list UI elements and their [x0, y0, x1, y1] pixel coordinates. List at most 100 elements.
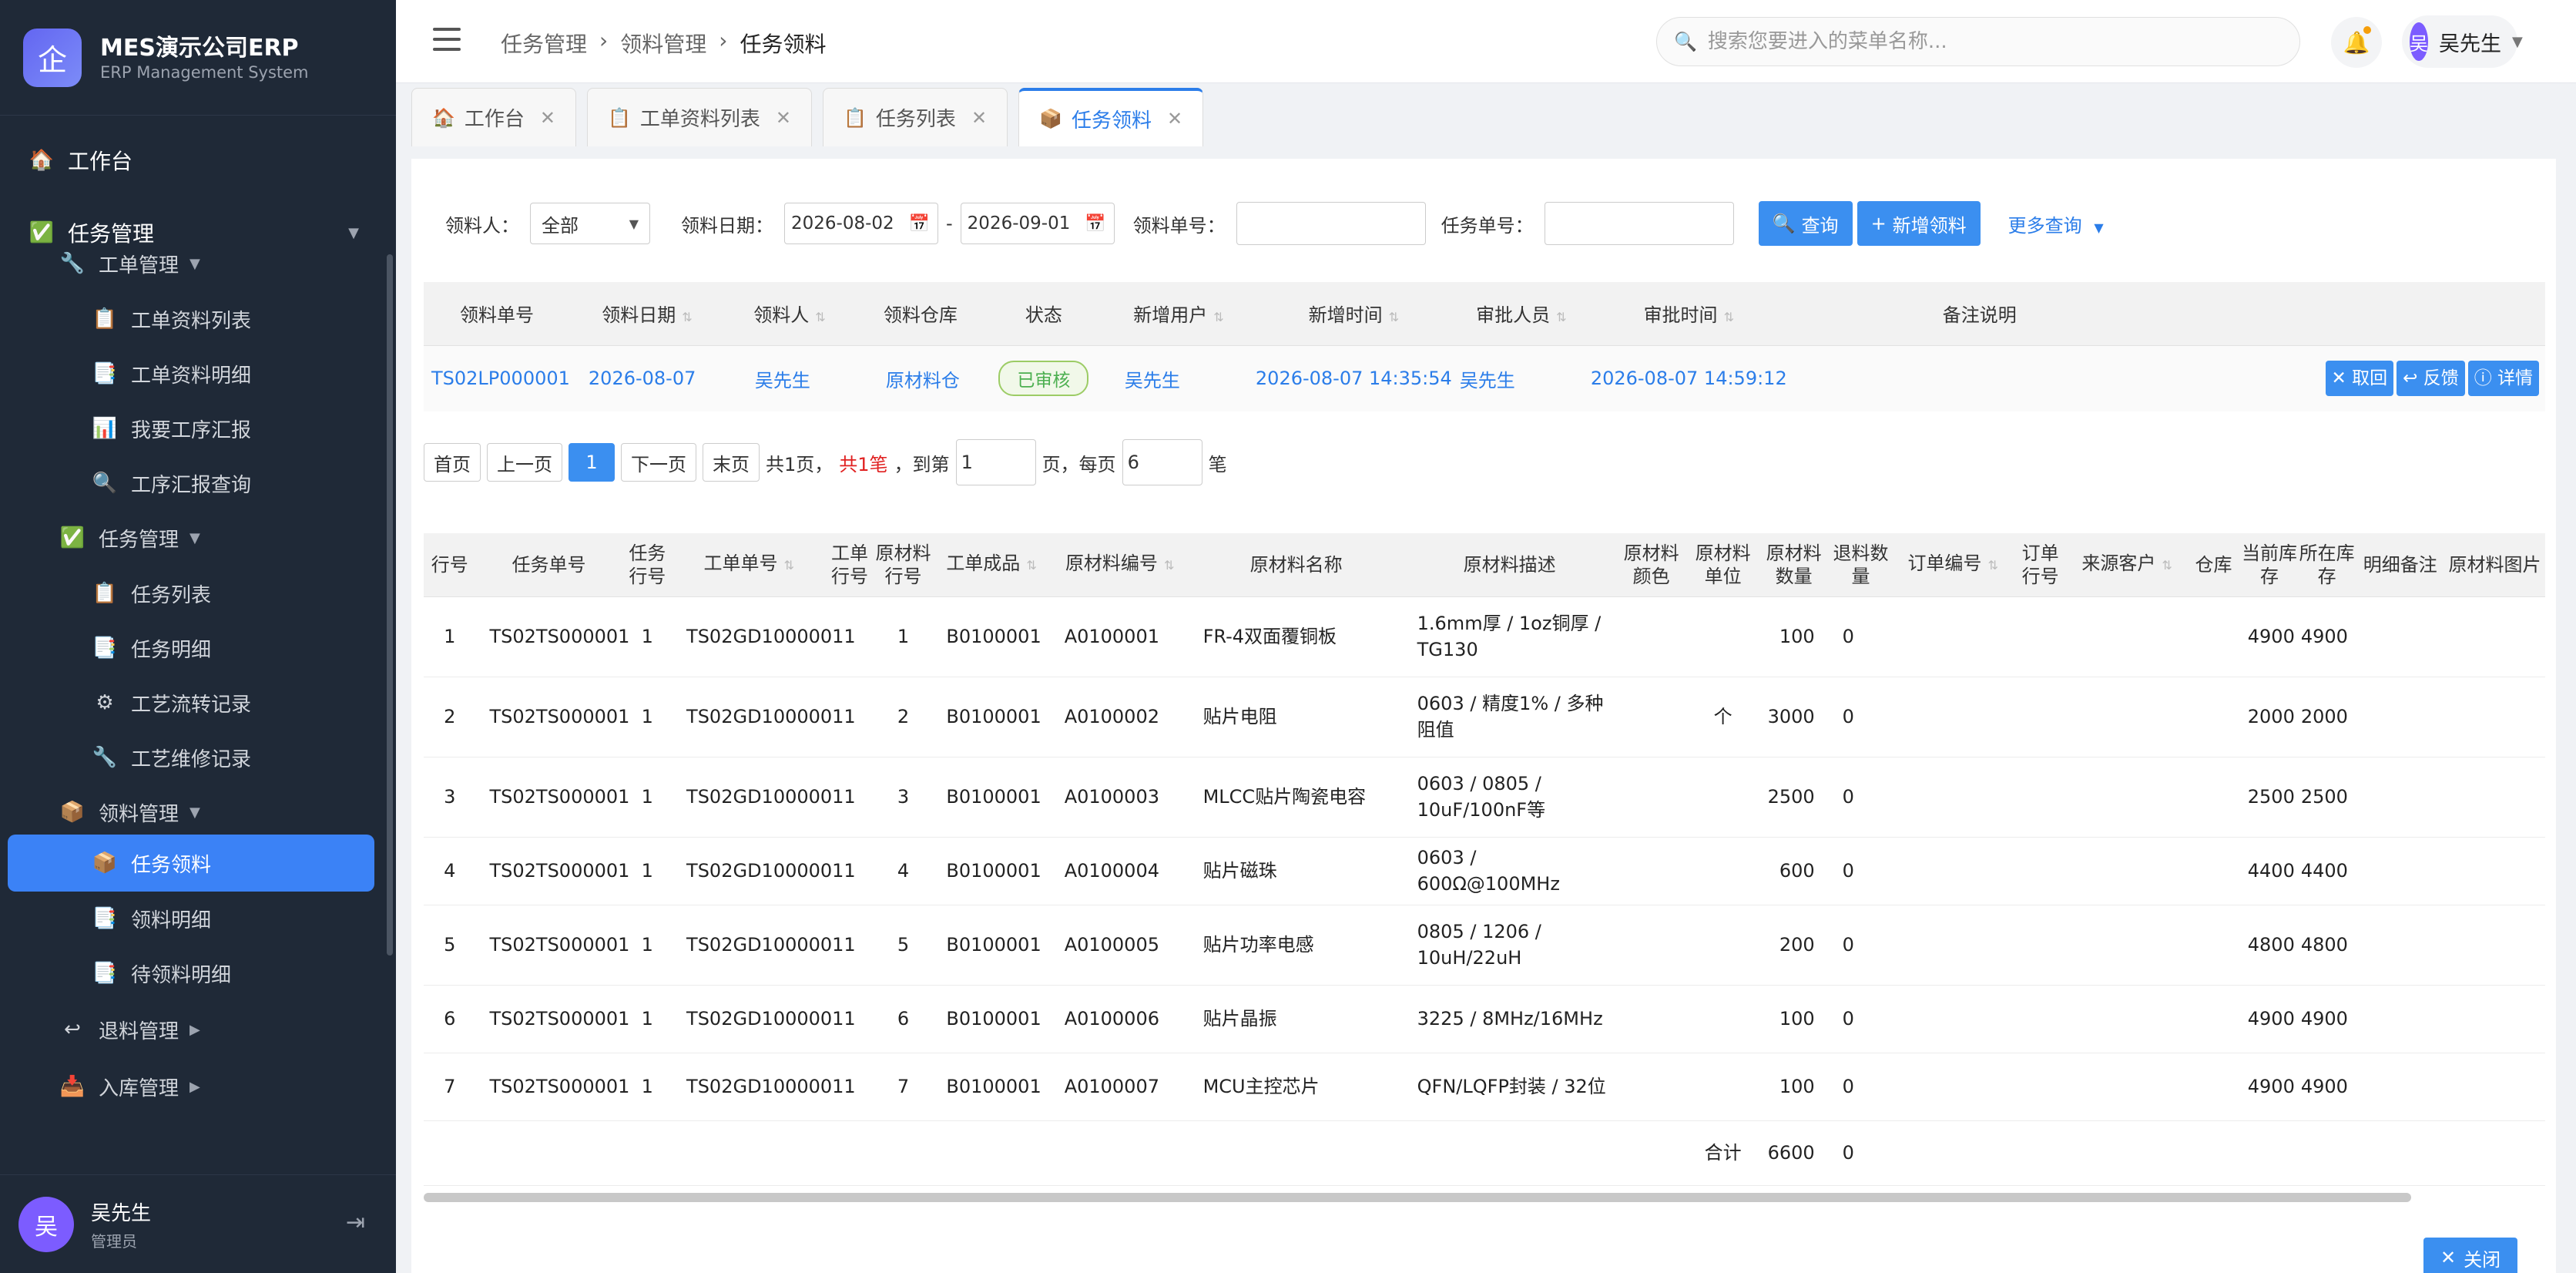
col-warehouse[interactable]: 领料仓库 — [854, 282, 986, 346]
table-row[interactable]: 7 TS02TS000001 1 TS02GD1000001 1 7 B0100001 A01… — [424, 1053, 2545, 1121]
cell-detail-remark — [2356, 677, 2444, 757]
sidebar-item-repair-record[interactable]: 🔧 工艺维修记录 — [91, 741, 251, 774]
query-button[interactable]: 🔍 查询 — [1758, 201, 1853, 246]
sidebar-nav: 🏠 工作台 ✅ 任务管理 ▼ 🔧 工单管理 ▼ 📋 工单资料列表 📑 工单资料明… — [0, 116, 396, 1171]
check-icon: ✅ — [59, 526, 86, 549]
pagination: 首页 上一页 1 下一页 末页 共1页， 共1笔 ，到第 1 页，每页 6 笔 — [424, 439, 1227, 485]
page-size-input[interactable]: 6 — [1122, 439, 1202, 485]
check-icon: ✅ — [29, 221, 55, 244]
tab-workorder-list[interactable]: 📋 工单资料列表 ✕ — [587, 88, 813, 146]
cell-workorder-no: TS02GD1000001 — [673, 837, 844, 905]
table-row[interactable]: 1 TS02TS000001 1 TS02GD1000001 1 1 B0100001 A01… — [424, 596, 2545, 677]
header-label: 原材料数量 — [1766, 542, 1822, 587]
cell-material-unit — [1686, 985, 1759, 1053]
close-button[interactable]: ✕ 关闭 — [2423, 1238, 2518, 1273]
sidebar-item-task-mgmt[interactable]: ✅ 任务管理 ▼ — [28, 216, 359, 250]
task-no-label: 任务单号： — [1441, 214, 1534, 237]
header-label: 所在库存 — [2299, 542, 2355, 587]
search-input[interactable] — [1707, 30, 2262, 53]
cell-material-image — [2444, 757, 2545, 838]
table-row[interactable]: 4 TS02TS000001 1 TS02GD1000001 1 4 B0100001 A01… — [424, 837, 2545, 905]
goto-page-input[interactable]: 1 — [955, 439, 1036, 485]
cell-line-no: 2 — [424, 677, 476, 757]
header-label: 订单编号 — [1907, 553, 1982, 575]
header-label: 工单单号 — [703, 553, 778, 575]
col-creator[interactable]: 新增用户 ⇅ — [1101, 282, 1256, 346]
col-approved-at[interactable]: 审批时间 ⇅ — [1590, 282, 1787, 346]
cell-customer — [2068, 837, 2186, 905]
wrench-icon: 🔧 — [92, 746, 118, 769]
col-picker[interactable]: 领料人 ⇅ — [723, 282, 855, 346]
first-page-button[interactable]: 首页 — [424, 443, 481, 482]
last-page-button[interactable]: 末页 — [703, 443, 760, 482]
tab-task-list[interactable]: 📋 任务列表 ✕ — [823, 88, 1008, 146]
sidebar-item-inbound-mgmt[interactable]: 📥 入库管理 ▶ — [59, 1070, 200, 1103]
col-customer[interactable]: 来源客户 ⇅ — [2068, 533, 2186, 597]
feedback-button[interactable]: ↩ 反馈 — [2397, 361, 2465, 397]
col-material-no[interactable]: 原材料编号 ⇅ — [1050, 533, 1189, 597]
table-row[interactable]: 3 TS02TS000001 1 TS02GD1000001 1 3 B0100001 A01… — [424, 757, 2545, 838]
pick-no-input[interactable] — [1236, 202, 1426, 245]
col-approver[interactable]: 审批人员 ⇅ — [1451, 282, 1591, 346]
sidebar-item-pending-pick-detail[interactable]: 📑 待领料明细 — [91, 956, 231, 990]
sidebar-item-task-pick[interactable]: 📦 任务领料 — [91, 846, 211, 880]
task-no-input[interactable] — [1544, 202, 1734, 245]
revoke-button[interactable]: ✕ 取回 — [2325, 361, 2394, 397]
cell-material-qty: 100 — [1759, 596, 1829, 677]
tab-workbench[interactable]: 🏠 工作台 ✕ — [411, 88, 577, 146]
cell-order-line — [2012, 1053, 2068, 1121]
tab-task-pick[interactable]: 📦 任务领料 ✕ — [1018, 88, 1204, 146]
breadcrumb-item[interactable]: 领料管理 — [620, 28, 706, 59]
more-query-link[interactable]: 更多查询 ▼ — [2008, 210, 2104, 237]
col-order-no[interactable]: 订单编号 ⇅ — [1893, 533, 2013, 597]
date-from-input[interactable]: 2026-08-02 📅 — [784, 203, 938, 244]
prev-page-button[interactable]: 上一页 — [487, 443, 562, 482]
next-page-button[interactable]: 下一页 — [621, 443, 696, 482]
breadcrumb-item[interactable]: 任务管理 — [501, 28, 587, 59]
cell-warehouse — [2185, 985, 2242, 1053]
bell-icon[interactable]: 🔔 — [2331, 17, 2382, 68]
date-to-input[interactable]: 2026-09-01 📅 — [960, 203, 1115, 244]
sidebar-item-task-detail[interactable]: 📑 任务明细 — [91, 631, 211, 665]
table-row[interactable]: 5 TS02TS000001 1 TS02GD1000001 1 5 B0100001 A01… — [424, 905, 2545, 986]
sidebar-scrollbar[interactable] — [387, 254, 393, 956]
sidebar-item-return-mgmt[interactable]: ↩ 退料管理 ▶ — [59, 1013, 200, 1046]
logout-icon[interactable]: ⇥ — [346, 1209, 365, 1236]
close-icon[interactable]: ✕ — [776, 107, 791, 129]
close-icon[interactable]: ✕ — [540, 107, 555, 129]
add-pick-button[interactable]: + 新增领料 — [1857, 201, 1981, 246]
sidebar-item-pick-detail[interactable]: 📑 领料明细 — [91, 902, 211, 935]
col-status[interactable]: 状态 — [985, 282, 1102, 346]
table-row[interactable]: 6 TS02TS000001 1 TS02GD1000001 1 6 B0100001 A01… — [424, 985, 2545, 1053]
sidebar-item-report-query[interactable]: 🔍 工序汇报查询 — [91, 466, 251, 500]
sidebar-item-workorder-mgmt[interactable]: 🔧 工单管理 ▼ — [59, 247, 200, 280]
sidebar-item-workorder-detail[interactable]: 📑 工单资料明细 — [91, 357, 251, 391]
picker-select[interactable]: 全部 ▼ — [530, 203, 650, 244]
col-workorder-no[interactable]: 工单单号 ⇅ — [673, 533, 826, 597]
sidebar-item-task-sub[interactable]: ✅ 任务管理 ▼ — [59, 521, 200, 555]
horizontal-scrollbar[interactable] — [424, 1193, 2411, 1202]
close-icon[interactable]: ✕ — [1167, 108, 1182, 129]
sidebar-item-my-report[interactable]: 📊 我要工序汇报 — [91, 411, 251, 445]
chevron-down-icon: ▼ — [629, 216, 639, 231]
col-pick-no[interactable]: 领料单号 — [424, 282, 570, 346]
table-row[interactable]: 2 TS02TS000001 1 TS02GD1000001 1 2 B0100001 A01… — [424, 677, 2545, 757]
sidebar-item-workbench[interactable]: 🏠 工作台 — [28, 143, 132, 177]
sidebar-item-flow-record[interactable]: ⚙ 工艺流转记录 — [91, 686, 251, 720]
close-icon[interactable]: ✕ — [971, 107, 987, 129]
user-menu[interactable]: 吴 吴先生 ▼ — [2402, 15, 2523, 68]
current-page-button[interactable]: 1 — [569, 443, 615, 482]
sidebar-item-task-list[interactable]: 📋 任务列表 — [91, 576, 211, 610]
menu-toggle-icon[interactable] — [433, 28, 461, 51]
header-label: 新增时间 — [1308, 304, 1383, 327]
col-date[interactable]: 领料日期 ⇅ — [569, 282, 724, 346]
col-created-at[interactable]: 新增时间 ⇅ — [1255, 282, 1452, 346]
col-product[interactable]: 工单成品 ⇅ — [932, 533, 1051, 597]
detail-button[interactable]: ⓘ 详情 — [2467, 361, 2539, 397]
sidebar-item-pick-mgmt[interactable]: 📦 领料管理 ▼ — [59, 795, 200, 829]
table-row[interactable]: TS02LP000001 2026-08-07 吴先生 原材料仓 已审核 吴先生… — [424, 345, 2545, 411]
cell-pick-no[interactable]: TS02LP000001 — [424, 345, 570, 411]
avatar: 吴 — [18, 1196, 74, 1252]
cell-current-stock: 4400 — [2241, 837, 2298, 905]
sidebar-item-workorder-list[interactable]: 📋 工单资料列表 — [91, 302, 251, 336]
